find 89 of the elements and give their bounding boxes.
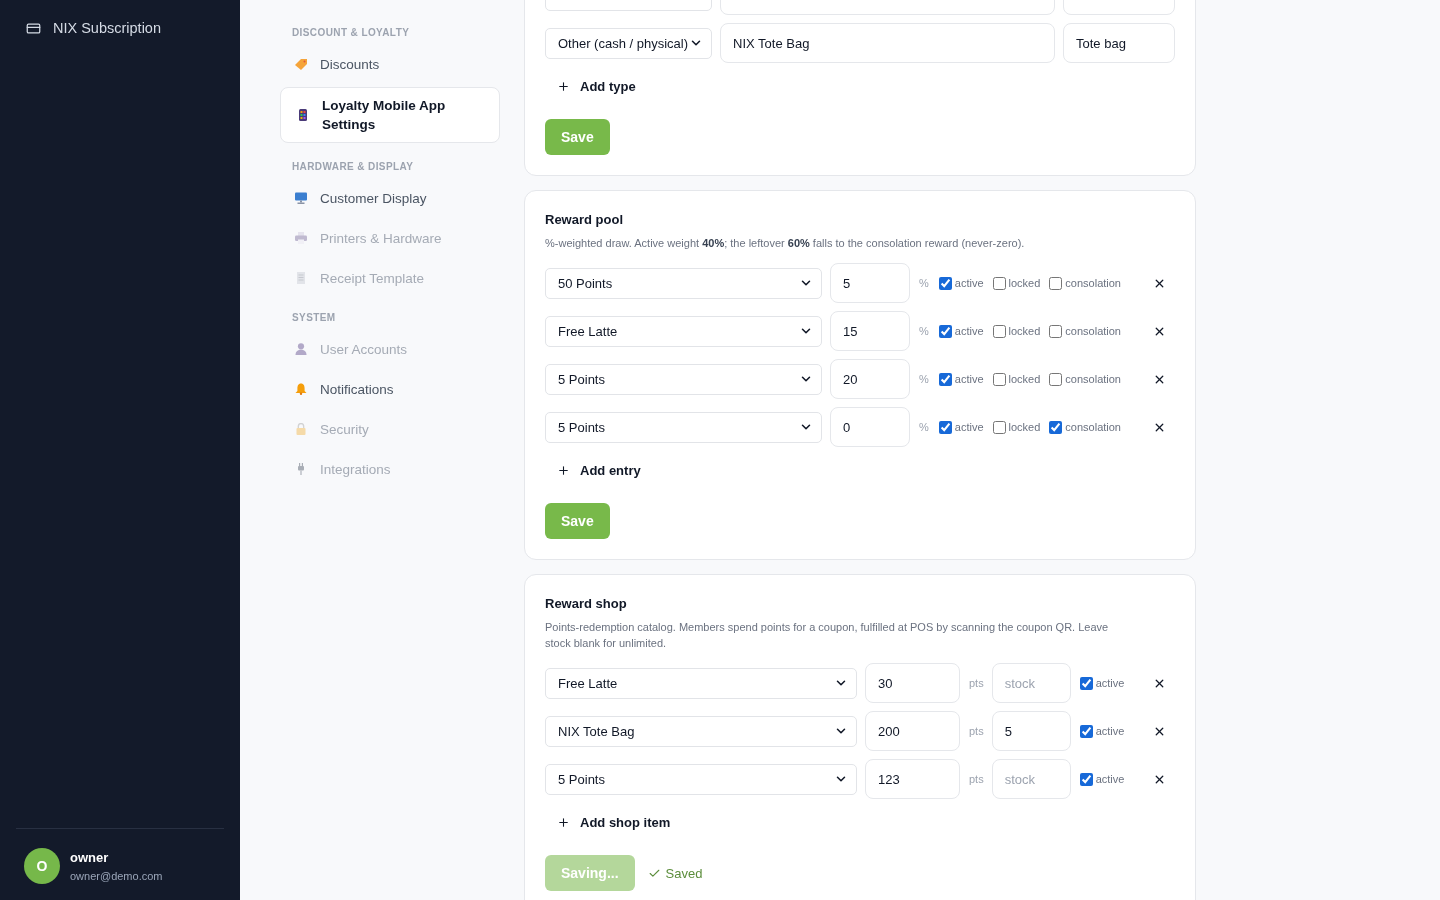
checkbox[interactable]: [1049, 324, 1063, 338]
plus-icon: [557, 815, 570, 829]
receipt-icon: [295, 272, 307, 284]
reward-select[interactable]: 50 Points: [545, 267, 822, 299]
checkbox[interactable]: [1049, 372, 1063, 386]
checkbox-label: locked: [1008, 277, 1041, 289]
checkbox-label: active: [954, 421, 984, 433]
user-email: owner@demo.com: [70, 868, 163, 883]
checkbox-label: active: [1095, 773, 1125, 785]
checkbox[interactable]: [938, 276, 952, 290]
checkbox-label: active: [954, 277, 984, 289]
checkbox-label: active: [1095, 677, 1125, 689]
nav-item[interactable]: Customer Display: [280, 178, 500, 218]
checkbox-label: locked: [1008, 373, 1041, 385]
checkbox[interactable]: [992, 276, 1006, 290]
stock-input[interactable]: 5: [991, 711, 1071, 751]
points-input[interactable]: 200: [865, 711, 960, 751]
lock-icon: [295, 423, 307, 435]
printer-icon: [295, 232, 307, 244]
weight-input[interactable]: 5: [830, 263, 910, 303]
weight-input[interactable]: 0: [830, 407, 910, 447]
card-description: %-weighted draw. Active weight 40%; the leftover 60% falls to the consolation reward (never-zero).: [545, 236, 1026, 251]
checkbox[interactable]: [1079, 724, 1093, 738]
reward-select[interactable]: 5 Points: [545, 411, 822, 443]
points-input[interactable]: 30: [865, 663, 960, 703]
plus-icon: [557, 79, 570, 93]
unit-label: %: [919, 325, 929, 337]
checkbox[interactable]: [1079, 676, 1093, 690]
checkbox-label: active: [1095, 725, 1125, 737]
checkbox[interactable]: [938, 324, 952, 338]
reward-select[interactable]: 5 Points: [545, 363, 822, 395]
name-input[interactable]: NIX Tote Bag: [720, 23, 1055, 63]
stock-input[interactable]: stock: [991, 663, 1071, 703]
nav-section-heading: HARDWARE & DISPLAY: [291, 160, 415, 174]
nav-item[interactable]: Notifications: [280, 369, 500, 409]
unit-label: pts: [969, 725, 984, 737]
points-input[interactable]: 123: [865, 759, 960, 799]
tag-icon: [295, 58, 307, 70]
add-button[interactable]: Add shop item: [545, 807, 683, 837]
card-description: Points-redemption catalog. Members spend points for a coupon, fulfilled at POS by scanning the coupon QR. Leave stock blank for unlimited.: [545, 620, 1110, 651]
unit-label: pts: [969, 677, 984, 689]
add-button[interactable]: Add entry: [545, 455, 653, 485]
user-name: owner: [70, 849, 110, 866]
checkbox-label: consolation: [1065, 421, 1121, 433]
card-title: Reward shop: [545, 596, 628, 612]
checkbox[interactable]: [938, 372, 952, 386]
monitor-icon: [295, 192, 307, 204]
checkbox-label: consolation: [1065, 373, 1121, 385]
checkbox-label: active: [954, 373, 984, 385]
nav-item[interactable]: Discounts: [280, 44, 500, 84]
unit-label: %: [919, 277, 929, 289]
unit-label: %: [919, 421, 929, 433]
card-title: Reward pool: [545, 212, 624, 228]
nav-section-heading: DISCOUNT & LOYALTY: [291, 26, 411, 40]
checkbox-label: locked: [1008, 421, 1041, 433]
plug-icon: [295, 463, 307, 475]
checkbox[interactable]: [1079, 772, 1093, 786]
bell-icon: [295, 383, 307, 395]
reward-select[interactable]: NIX Tote Bag: [545, 715, 857, 747]
reward-select[interactable]: 5 Points: [545, 763, 857, 795]
checkbox[interactable]: [1049, 420, 1063, 434]
checkbox-label: locked: [1008, 325, 1041, 337]
card-icon: [26, 20, 41, 36]
stock-input[interactable]: stock: [991, 759, 1071, 799]
checkbox-label: consolation: [1065, 277, 1121, 289]
phone-icon: [297, 109, 309, 121]
reward-select[interactable]: Free Latte: [545, 667, 857, 699]
type-select[interactable]: Other (cash / physical): [545, 27, 712, 59]
app-title: NIX Subscription: [53, 19, 161, 37]
reward-select[interactable]: Free Latte: [545, 315, 822, 347]
avatar: O: [24, 848, 60, 884]
weight-input[interactable]: 20: [830, 359, 910, 399]
checkbox-label: consolation: [1065, 325, 1121, 337]
checkbox[interactable]: [1049, 276, 1063, 290]
label-input[interactable]: Tote bag: [1063, 23, 1175, 63]
checkbox[interactable]: [938, 420, 952, 434]
unit-label: %: [919, 373, 929, 385]
checkbox[interactable]: [992, 420, 1006, 434]
plus-icon: [557, 463, 570, 477]
saved-status: Saved: [665, 865, 703, 881]
unit-label: pts: [969, 773, 984, 785]
checkbox[interactable]: [992, 372, 1006, 386]
user-icon: [295, 343, 307, 355]
nav-item[interactable]: Loyalty Mobile App Settings: [280, 87, 500, 143]
checkbox[interactable]: [992, 324, 1006, 338]
nav-section-heading: SYSTEM: [291, 311, 337, 325]
checkbox-label: active: [954, 325, 984, 337]
add-button[interactable]: Add type: [545, 71, 648, 101]
weight-input[interactable]: 15: [830, 311, 910, 351]
